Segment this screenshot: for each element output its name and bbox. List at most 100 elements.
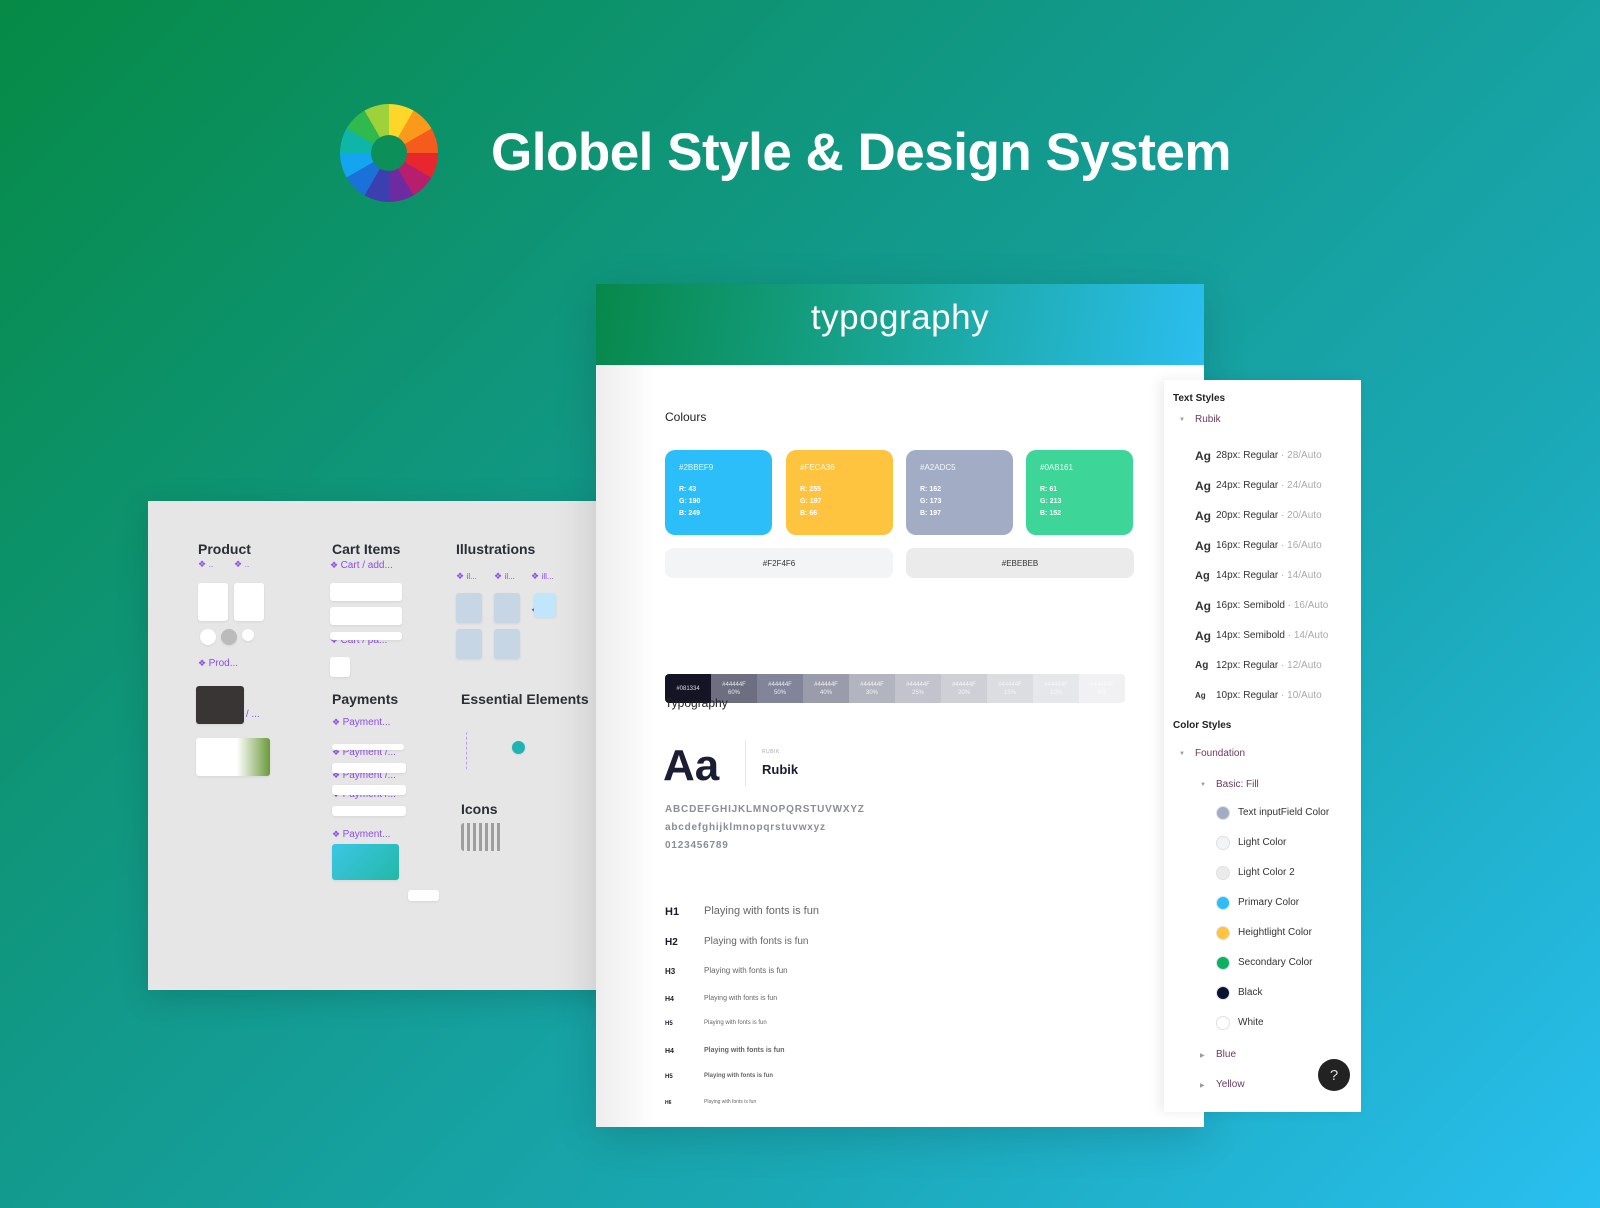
coupon-thumb[interactable] (330, 632, 402, 640)
grey-swatch[interactable]: #44444F 20% (941, 674, 987, 703)
grey-swatch[interactable]: #44444F 15% (987, 674, 1033, 703)
ag-icon: Ag (1195, 599, 1211, 613)
small-input-thumb[interactable] (408, 890, 439, 901)
font-name: Rubik (762, 762, 799, 777)
text-style-name: 16px: Regular (1216, 540, 1279, 551)
text-style-name: 10px: Regular (1216, 690, 1279, 701)
payment-input-thumb[interactable] (332, 785, 406, 795)
grey-swatch[interactable]: #44444F 40% (803, 674, 849, 703)
category-thumb[interactable] (242, 629, 254, 641)
component-label[interactable]: il... (494, 571, 515, 582)
swatch-hex: #FECA36 (800, 463, 835, 472)
grey-swatch[interactable]: #44444F 5% (1079, 674, 1125, 703)
grey-swatch[interactable]: #44444F 10% (1033, 674, 1079, 703)
grey-swatch[interactable]: #44444F 25% (895, 674, 941, 703)
promo-banner-thumb[interactable] (196, 738, 270, 776)
product-card-thumb[interactable] (198, 583, 228, 621)
cart-product-thumb[interactable] (330, 657, 350, 677)
component-label[interactable]: Cart / add... (330, 560, 393, 571)
icons-grid-thumb (461, 823, 503, 851)
heading-sample: Playing with fonts is fun (704, 994, 778, 1002)
text-style-item[interactable]: 14px: Regular · 14/Auto (1216, 570, 1322, 581)
text-style-meta: · 14/Auto (1278, 570, 1322, 581)
section-illustrations: Illustrations (456, 541, 536, 557)
ag-icon: Ag (1195, 449, 1211, 463)
category-thumb[interactable] (221, 629, 237, 645)
illustration-thumb (494, 593, 520, 623)
text-style-item[interactable]: 16px: Semibold · 16/Auto (1216, 600, 1328, 611)
grey-opacity: 25% (911, 689, 924, 696)
help-button[interactable]: ? (1318, 1059, 1350, 1091)
text-style-item[interactable]: 14px: Semibold · 14/Auto (1216, 630, 1328, 641)
grey-opacity: 20% (957, 689, 970, 696)
payment-input-thumb[interactable] (332, 806, 406, 816)
color-style-item[interactable]: Secondary Color (1238, 957, 1312, 968)
foundation-group[interactable]: Foundation (1195, 748, 1245, 759)
caret-right-icon[interactable]: ▶ (1200, 1082, 1205, 1089)
grey-swatch[interactable]: #44444F 50% (757, 674, 803, 703)
group-blue[interactable]: Blue (1216, 1049, 1236, 1060)
text-style-item[interactable]: 24px: Regular · 24/Auto (1216, 480, 1322, 491)
color-styles-heading: Color Styles (1173, 720, 1232, 731)
font-group-rubik[interactable]: Rubik (1195, 414, 1221, 425)
text-style-name: 12px: Regular (1216, 660, 1279, 671)
page-title: Globel Style & Design System (491, 123, 1232, 182)
ag-icon: Ag (1195, 509, 1211, 523)
text-style-item[interactable]: 20px: Regular · 20/Auto (1216, 510, 1322, 521)
color-swatch[interactable]: #A2ADC5 R: 162 G: 173 B: 197 (906, 450, 1013, 535)
light-swatch[interactable]: #F2F4F6 (665, 548, 893, 578)
basic-fill-group[interactable]: Basic: Fill (1216, 779, 1259, 790)
heading-tag: H5 (665, 1074, 673, 1080)
component-label[interactable]: Payment... (332, 717, 391, 728)
group-yellow[interactable]: Yellow (1216, 1079, 1245, 1090)
grey-hex: #44444F (860, 681, 884, 688)
color-style-item[interactable]: Text inputField Color (1238, 807, 1329, 818)
cart-item-thumb[interactable] (330, 607, 402, 625)
color-style-item[interactable]: Light Color (1238, 837, 1286, 848)
light-swatch[interactable]: #EBEBEB (906, 548, 1134, 578)
caret-right-icon[interactable]: ▶ (1200, 1052, 1205, 1059)
component-label[interactable]: il... (456, 571, 477, 582)
color-style-item[interactable]: White (1238, 1017, 1264, 1028)
grey-opacity: 50% (773, 689, 786, 696)
component-label[interactable]: ... (234, 559, 250, 570)
heading-sample: Playing with fonts is fun (704, 904, 819, 917)
caret-down-icon[interactable]: ▼ (1179, 751, 1185, 757)
payment-method-thumb[interactable] (332, 763, 406, 773)
credit-card-thumb[interactable] (332, 844, 399, 880)
component-label[interactable]: Prod... (198, 658, 238, 669)
color-swatch[interactable]: #0AB161 R: 61 G: 213 B: 152 (1026, 450, 1133, 535)
text-style-item[interactable]: 28px: Regular · 28/Auto (1216, 450, 1322, 461)
fab-thumb[interactable] (512, 741, 525, 754)
cart-item-thumb[interactable] (330, 583, 402, 601)
category-thumb[interactable] (200, 629, 216, 645)
swatch-r-value: R: 61 (1040, 486, 1058, 493)
caret-down-icon[interactable]: ▼ (1179, 417, 1185, 423)
swatch-g-value: G: 190 (679, 498, 701, 505)
color-style-item[interactable]: Primary Color (1238, 897, 1299, 908)
text-style-item[interactable]: 10px: Regular · 10/Auto (1216, 690, 1322, 701)
color-dot-icon (1216, 806, 1230, 820)
color-swatch[interactable]: #2BBEF9 R: 43 G: 190 B: 249 (665, 450, 772, 535)
component-label[interactable]: ill... (531, 571, 554, 582)
heading-tag: H3 (665, 967, 676, 976)
color-style-item[interactable]: Heightlight Color (1238, 927, 1312, 938)
text-style-item[interactable]: 16px: Regular · 16/Auto (1216, 540, 1322, 551)
color-style-item[interactable]: Light Color 2 (1238, 867, 1295, 878)
text-style-meta: · 28/Auto (1278, 450, 1322, 461)
color-style-item[interactable]: Black (1238, 987, 1262, 998)
caret-down-icon[interactable]: ▼ (1200, 782, 1206, 788)
heading-sample: Playing with fonts is fun (704, 936, 809, 947)
component-label[interactable]: Payment... (332, 829, 391, 840)
component-label[interactable]: ... (198, 559, 214, 570)
product-banner-thumb[interactable] (196, 686, 244, 724)
price-range-thumb[interactable] (332, 744, 404, 750)
text-style-name: 24px: Regular (1216, 480, 1279, 491)
text-style-item[interactable]: 12px: Regular · 12/Auto (1216, 660, 1322, 671)
product-card-thumb[interactable] (234, 583, 264, 621)
color-swatch[interactable]: #FECA36 R: 255 G: 197 B: 66 (786, 450, 893, 535)
text-style-name: 28px: Regular (1216, 450, 1279, 461)
grey-hex: #44444F (768, 681, 792, 688)
ag-icon: Ag (1195, 691, 1206, 700)
grey-swatch[interactable]: #44444F 30% (849, 674, 895, 703)
